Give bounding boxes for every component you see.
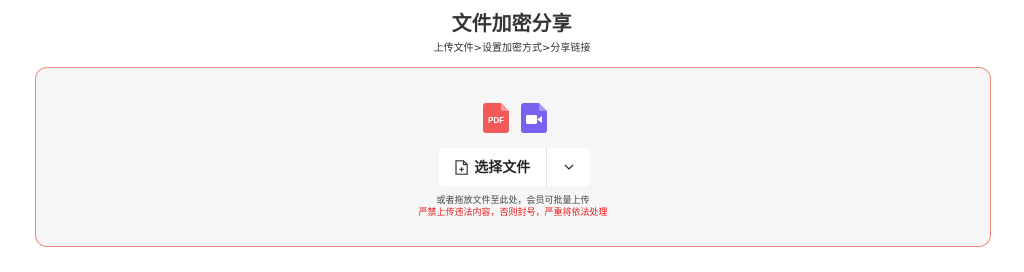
illegal-content-warning: 严禁上传违法内容，否则封号，严重将依法处理 [418, 208, 608, 218]
step-breadcrumb: 上传文件>设置加密方式>分享链接 [433, 43, 591, 54]
file-drop-zone[interactable]: PDF 选择文件 或者拖放文件至此处，会员可批量上传 严禁上传违法内容，否则封号… [35, 67, 991, 247]
page-title: 文件加密分享 [452, 11, 572, 35]
document-add-icon [454, 159, 468, 175]
chevron-down-icon [564, 164, 573, 170]
svg-text:PDF: PDF [488, 116, 504, 125]
pdf-file-icon: PDF [483, 103, 509, 133]
select-file-label: 选择文件 [474, 160, 531, 176]
drag-drop-hint: 或者拖放文件至此处，会员可批量上传 [436, 196, 590, 206]
file-select-group: 选择文件 [439, 148, 590, 186]
supported-file-types: PDF [483, 103, 549, 133]
upload-options-dropdown[interactable] [547, 148, 590, 186]
file-encrypt-share-page: 文件加密分享 上传文件>设置加密方式>分享链接 PDF 选择文件 或者拖放文件至… [0, 0, 1024, 272]
video-file-icon [521, 103, 547, 133]
select-file-button[interactable]: 选择文件 [439, 148, 547, 186]
